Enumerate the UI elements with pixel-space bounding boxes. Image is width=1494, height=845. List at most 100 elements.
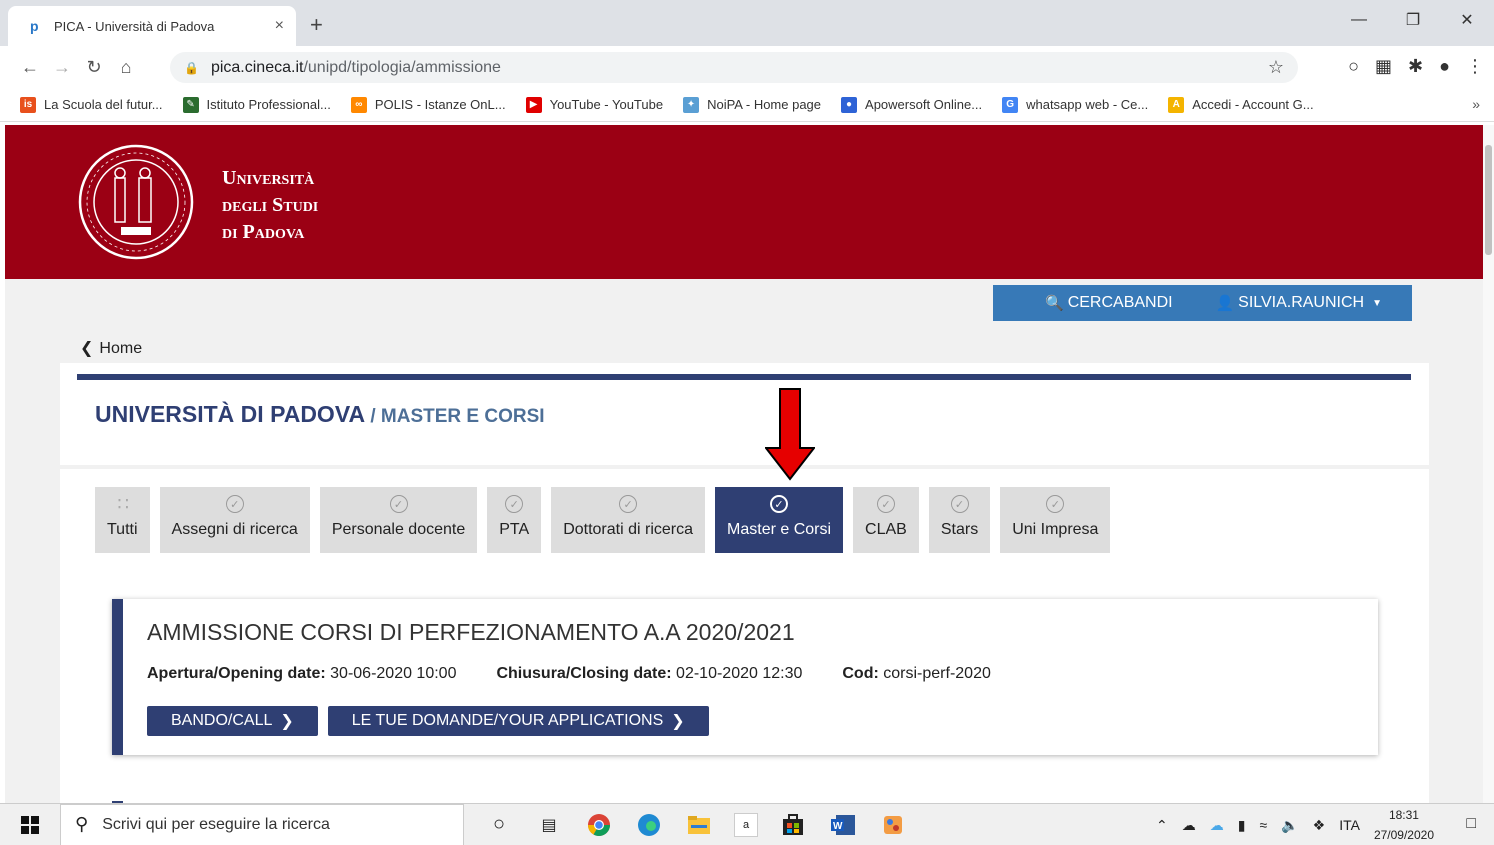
clock[interactable]: 18:31 27/09/2020: [1374, 805, 1434, 845]
user-icon: 👤: [1215, 295, 1235, 312]
close-tab-icon[interactable]: ×: [275, 17, 284, 35]
taskbar-search[interactable]: ⚲ Scrivi qui per eseguire la ricerca: [60, 803, 464, 845]
profile-icon[interactable]: ●: [1439, 56, 1450, 77]
your-applications-button[interactable]: LE TUE DOMANDE/YOUR APPLICATIONS ❯: [327, 706, 709, 736]
university-name-line1: Università: [222, 167, 315, 189]
bookmark-item[interactable]: A Accedi - Account G...: [1168, 96, 1314, 113]
top-nav: 🔍 CERCABANDI 👤 SILVIA.RAUNICH ▼: [993, 285, 1412, 321]
home-label: Home: [99, 340, 143, 357]
bookmark-favicon-icon: is: [20, 96, 36, 113]
university-name: Università degli Studi di Padova: [222, 165, 318, 246]
filter-tab[interactable]: ✓ Uni Impresa: [1000, 487, 1111, 553]
browser-tab[interactable]: p PICA - Università di Padova ×: [8, 6, 296, 46]
reload-icon[interactable]: ↻: [78, 57, 110, 78]
filter-label: Personale docente: [331, 521, 466, 538]
back-icon[interactable]: ←: [14, 57, 46, 78]
menu-kebab-icon[interactable]: ⋮: [1466, 56, 1484, 77]
title-card: UNIVERSITÀ DI PADOVA / MASTER E CORSI: [60, 363, 1429, 465]
grid-icon: ∷: [117, 493, 129, 514]
university-name-line3: di Padova: [222, 221, 305, 243]
scrollbar-thumb[interactable]: [1485, 145, 1492, 255]
bookmark-favicon-icon: ∞: [350, 96, 367, 113]
forward-icon[interactable]: →: [46, 57, 78, 78]
chrome-icon[interactable]: [584, 810, 614, 840]
check-circle-icon: ✓: [770, 495, 789, 513]
filter-label: Dottorati di ricerca: [563, 521, 694, 538]
edge-icon[interactable]: [634, 810, 664, 840]
start-button[interactable]: [0, 815, 60, 834]
chevron-right-icon: ❯: [671, 713, 685, 730]
onedrive-icon[interactable]: ☁: [1182, 817, 1196, 834]
cercabandi-link[interactable]: 🔍 CERCABANDI: [1045, 294, 1173, 312]
page-title-main: UNIVERSITÀ DI PADOVA: [95, 401, 366, 427]
word-icon[interactable]: W: [828, 810, 858, 840]
filter-tab[interactable]: ✓ Assegni di ricerca: [159, 487, 310, 553]
home-icon[interactable]: ⌂: [110, 57, 142, 78]
search-icon: ⚲: [75, 814, 89, 834]
bookmark-item[interactable]: ● Apowersoft Online...: [841, 96, 982, 113]
restore-icon[interactable]: ❐: [1386, 0, 1440, 40]
cortana-icon[interactable]: ○: [484, 810, 514, 840]
filter-tab[interactable]: ✓ Stars: [928, 487, 991, 553]
filter-tab[interactable]: ✓ PTA: [487, 487, 542, 553]
bookmark-label: NoiPA - Home page: [707, 97, 822, 112]
page-title-sub: / MASTER E CORSI: [365, 406, 545, 427]
bando-call-button[interactable]: BANDO/CALL ❯: [147, 706, 318, 736]
filter-tab[interactable]: ✓ CLAB: [853, 487, 919, 553]
check-circle-icon: ✓: [1046, 495, 1065, 513]
tab-title: PICA - Università di Padova: [54, 18, 215, 34]
bookmark-favicon-icon: ▶: [525, 96, 542, 113]
bookmark-star-icon[interactable]: ☆: [1268, 57, 1284, 78]
cercabandi-label: CERCABANDI: [1067, 294, 1173, 311]
call-code: Cod: corsi-perf-2020: [842, 665, 991, 683]
new-tab-button[interactable]: +: [310, 12, 323, 38]
extensions-puzzle-icon[interactable]: ✱: [1408, 56, 1423, 77]
filter-tab[interactable]: ✓ Master e Corsi: [715, 487, 844, 553]
filter-tab[interactable]: ∷ Tutti: [95, 487, 150, 553]
bookmark-item[interactable]: ✦ NoiPA - Home page: [683, 96, 822, 113]
opening-date: Apertura/Opening date: 30-06-2020 10:00: [147, 665, 456, 683]
task-view-icon[interactable]: ▤: [534, 810, 564, 840]
show-hidden-icons-icon[interactable]: ⌃: [1156, 817, 1168, 834]
pica-favicon-icon: p: [30, 18, 39, 34]
call-title: AMMISSIONE CORSI DI PERFEZIONAMENTO A.A …: [147, 619, 795, 645]
check-circle-icon: ✓: [876, 495, 895, 513]
volume-icon[interactable]: 🔈: [1281, 817, 1298, 834]
bookmark-item[interactable]: is La Scuola del futur...: [20, 96, 163, 113]
category-filters: ∷ Tutti ✓ Assegni di ricerca ✓ Personale doce…: [95, 487, 1120, 553]
filter-tab[interactable]: ✓ Personale docente: [319, 487, 478, 553]
notifications-icon[interactable]: □: [1466, 815, 1476, 833]
paint-icon[interactable]: [878, 810, 908, 840]
bookmark-item[interactable]: ▶ YouTube - YouTube: [525, 96, 664, 113]
bookmark-item[interactable]: ✎ Istituto Professional...: [182, 96, 331, 113]
extension-grid-icon[interactable]: ▦: [1375, 56, 1392, 77]
home-breadcrumb-link[interactable]: ❮ Home: [80, 338, 142, 358]
chevron-left-icon: ❮: [80, 340, 94, 357]
bookmark-item[interactable]: Gwhatsapp web - Ce...: [1002, 96, 1148, 113]
wifi-icon[interactable]: ≈: [1260, 817, 1268, 833]
lock-icon[interactable]: 🔒: [184, 61, 199, 75]
store-icon[interactable]: [778, 810, 808, 840]
extension-circle-icon[interactable]: ○: [1348, 56, 1359, 77]
file-explorer-icon[interactable]: [684, 810, 714, 840]
language-indicator[interactable]: ITA: [1339, 817, 1360, 833]
page-scrollbar[interactable]: [1483, 125, 1494, 803]
bookmark-label: YouTube - YouTube: [549, 97, 664, 112]
windows-logo-icon: [21, 815, 39, 834]
battery-icon[interactable]: ▮: [1238, 817, 1246, 834]
cloud-upload-icon[interactable]: ☁: [1210, 817, 1224, 834]
dropbox-icon[interactable]: ❖: [1313, 817, 1326, 834]
bookmark-label: POLIS - Istanze OnL...: [374, 97, 506, 112]
bookmarks-overflow-icon[interactable]: »: [1472, 96, 1480, 112]
taskbar-apps: ○ ▤ a W: [484, 810, 908, 840]
call-card: AMMISSIONE CORSI DI PERFEZIONAMENTO A.A …: [112, 599, 1378, 755]
amazon-icon[interactable]: a: [734, 812, 758, 837]
bookmark-item[interactable]: ∞ POLIS - Istanze OnL...: [350, 96, 506, 113]
minimize-icon[interactable]: —: [1332, 0, 1386, 40]
address-bar[interactable]: 🔒 pica.cineca.it/unipd/tipologia/ammissi…: [170, 52, 1298, 83]
close-window-icon[interactable]: ✕: [1440, 0, 1494, 40]
user-menu[interactable]: 👤 SILVIA.RAUNICH ▼: [1215, 294, 1382, 312]
filter-tab[interactable]: ✓ Dottorati di ricerca: [551, 487, 706, 553]
cod-value: corsi-perf-2020: [883, 665, 991, 682]
title-accent-bar: [77, 374, 1411, 380]
